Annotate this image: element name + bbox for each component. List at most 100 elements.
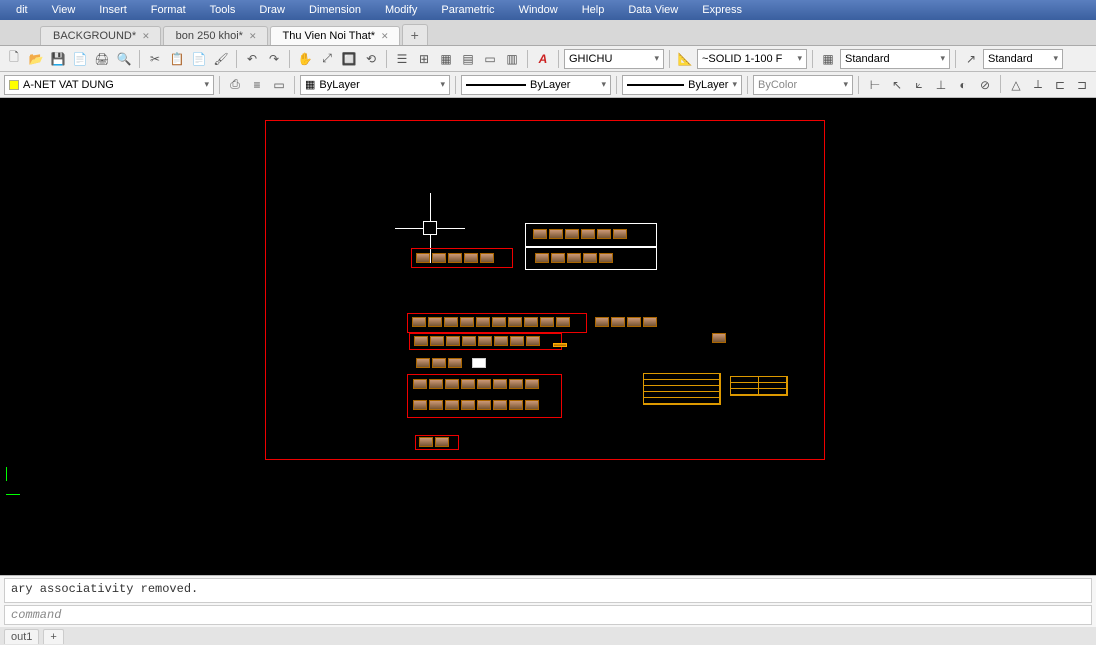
library-thumb[interactable] xyxy=(553,343,567,347)
library-thumb[interactable] xyxy=(419,437,449,447)
drawing-canvas[interactable] xyxy=(0,98,1096,575)
library-thumb[interactable] xyxy=(412,317,570,327)
preview-icon[interactable]: 🔍 xyxy=(114,49,134,69)
save-icon[interactable]: 💾 xyxy=(48,49,68,69)
text-style-combo[interactable]: GHICHU xyxy=(564,49,664,69)
document-tab-strip: BACKGROUND* ✕ bon 250 khoi* ✕ Thu Vien N… xyxy=(0,20,1096,46)
zoom-window-icon[interactable]: 🔲 xyxy=(339,49,359,69)
legend-table-2[interactable] xyxy=(730,376,788,396)
calc-icon[interactable]: ▥ xyxy=(502,49,522,69)
designcenter-icon[interactable]: ⊞ xyxy=(414,49,434,69)
lineweight-icon xyxy=(466,84,526,86)
line-icon xyxy=(627,84,684,86)
close-icon[interactable]: ✕ xyxy=(381,31,389,42)
undo-icon[interactable]: ↶ xyxy=(242,49,262,69)
close-icon[interactable]: ✕ xyxy=(142,31,150,42)
library-thumb[interactable] xyxy=(533,229,627,239)
menu-format[interactable]: Format xyxy=(139,2,198,18)
sheetset-icon[interactable]: ▤ xyxy=(458,49,478,69)
tab-thuvien[interactable]: Thu Vien Noi That* ✕ xyxy=(270,26,400,45)
library-thumb[interactable] xyxy=(712,333,726,343)
dim-radius-icon[interactable]: ◐ xyxy=(953,75,973,95)
dim-quick-icon[interactable]: ⟂ xyxy=(1028,75,1048,95)
menu-tools[interactable]: Tools xyxy=(198,2,248,18)
menu-dataview[interactable]: Data View xyxy=(616,2,690,18)
table-style-combo[interactable]: Standard xyxy=(840,49,950,69)
layer-iso-icon[interactable]: ▭ xyxy=(269,75,289,95)
layout-add-tab[interactable]: + xyxy=(43,629,63,644)
tab-bon250[interactable]: bon 250 khoi* ✕ xyxy=(163,26,268,45)
library-thumb[interactable] xyxy=(416,358,462,368)
plot-icon[interactable]: 🖨 xyxy=(92,49,112,69)
cut-icon[interactable]: ✂ xyxy=(145,49,165,69)
library-thumb[interactable] xyxy=(416,253,494,263)
layer-prev-icon[interactable]: ≡ xyxy=(247,75,267,95)
library-thumb[interactable] xyxy=(414,336,540,346)
dim-arc-icon[interactable]: ⟀ xyxy=(909,75,929,95)
toolpalette-icon[interactable]: ▦ xyxy=(436,49,456,69)
saveas-icon[interactable]: 📄 xyxy=(70,49,90,69)
copy-icon[interactable]: 📋 xyxy=(167,49,187,69)
menu-express[interactable]: Express xyxy=(690,2,754,18)
tab-label: BACKGROUND* xyxy=(53,30,136,42)
dim-aligned-icon[interactable]: ↖ xyxy=(887,75,907,95)
mleader-icon[interactable]: ↗ xyxy=(961,49,981,69)
tab-label: bon 250 khoi* xyxy=(176,30,243,42)
lineweight-combo[interactable]: ByLayer xyxy=(461,75,611,95)
command-history[interactable]: ary associativity removed. xyxy=(4,578,1092,603)
open-icon[interactable]: 📂 xyxy=(26,49,46,69)
legend-table[interactable] xyxy=(643,373,721,405)
dim-linear-icon[interactable]: ⊢ xyxy=(865,75,885,95)
menu-draw[interactable]: Draw xyxy=(247,2,297,18)
block-divider xyxy=(525,246,657,248)
library-thumb[interactable] xyxy=(413,379,539,389)
linetype2-combo[interactable]: ByLayer xyxy=(622,75,742,95)
dim-style-combo[interactable]: ~SOLID 1-100 F xyxy=(697,49,807,69)
properties-icon[interactable]: ☰ xyxy=(392,49,412,69)
tab-background[interactable]: BACKGROUND* ✕ xyxy=(40,26,161,45)
new-icon[interactable]: 🗋 xyxy=(4,49,24,69)
ucs-icon xyxy=(6,481,20,495)
linetype-combo[interactable]: ▦ ByLayer xyxy=(300,75,450,95)
mleader-style-combo[interactable]: Standard xyxy=(983,49,1063,69)
new-tab-button[interactable]: + xyxy=(402,24,428,45)
dimension-toolbar: ⊢ ↖ ⟀ ⊥ ◐ ⊘ △ ⟂ ⊏ ⊐ xyxy=(865,75,1092,95)
paste-icon[interactable]: 📄 xyxy=(189,49,209,69)
text-icon[interactable]: A xyxy=(533,49,553,69)
markup-icon[interactable]: ▭ xyxy=(480,49,500,69)
plotstyle-combo[interactable]: ByColor xyxy=(753,75,853,95)
menu-insert[interactable]: Insert xyxy=(87,2,139,18)
library-thumb[interactable] xyxy=(413,400,539,410)
layer-name: A-NET VAT DUNG xyxy=(23,79,114,91)
dimstyle-icon[interactable]: 📐 xyxy=(675,49,695,69)
dim-baseline-icon[interactable]: ⊏ xyxy=(1050,75,1070,95)
zoom-extents-icon[interactable]: ⤢ xyxy=(317,49,337,69)
main-menu-bar: dit View Insert Format Tools Draw Dimens… xyxy=(0,0,1096,20)
tablestyle-icon[interactable]: ▦ xyxy=(818,49,838,69)
layer-combo[interactable]: A-NET VAT DUNG xyxy=(4,75,214,95)
command-input[interactable]: command xyxy=(4,605,1092,625)
dim-diameter-icon[interactable]: ⊘ xyxy=(975,75,995,95)
layout-tab[interactable]: out1 xyxy=(4,629,39,644)
layer-states-icon[interactable]: ⎙ xyxy=(225,75,245,95)
tab-label: Thu Vien Noi That* xyxy=(283,30,376,42)
menu-help[interactable]: Help xyxy=(570,2,617,18)
dim-angular-icon[interactable]: △ xyxy=(1006,75,1026,95)
library-thumb[interactable] xyxy=(595,317,657,327)
layer-color-swatch xyxy=(9,80,19,90)
library-thumb[interactable] xyxy=(472,358,486,368)
pan-icon[interactable]: ✋ xyxy=(295,49,315,69)
menu-edit[interactable]: dit xyxy=(4,2,40,18)
library-thumb[interactable] xyxy=(535,253,613,263)
menu-window[interactable]: Window xyxy=(507,2,570,18)
menu-parametric[interactable]: Parametric xyxy=(429,2,506,18)
close-icon[interactable]: ✕ xyxy=(249,31,257,42)
dim-ord-icon[interactable]: ⊥ xyxy=(931,75,951,95)
menu-view[interactable]: View xyxy=(40,2,88,18)
dim-continue-icon[interactable]: ⊐ xyxy=(1072,75,1092,95)
menu-dimension[interactable]: Dimension xyxy=(297,2,373,18)
zoom-prev-icon[interactable]: ⟲ xyxy=(361,49,381,69)
redo-icon[interactable]: ↷ xyxy=(264,49,284,69)
matchprop-icon[interactable]: 🖌 xyxy=(211,49,231,69)
menu-modify[interactable]: Modify xyxy=(373,2,429,18)
